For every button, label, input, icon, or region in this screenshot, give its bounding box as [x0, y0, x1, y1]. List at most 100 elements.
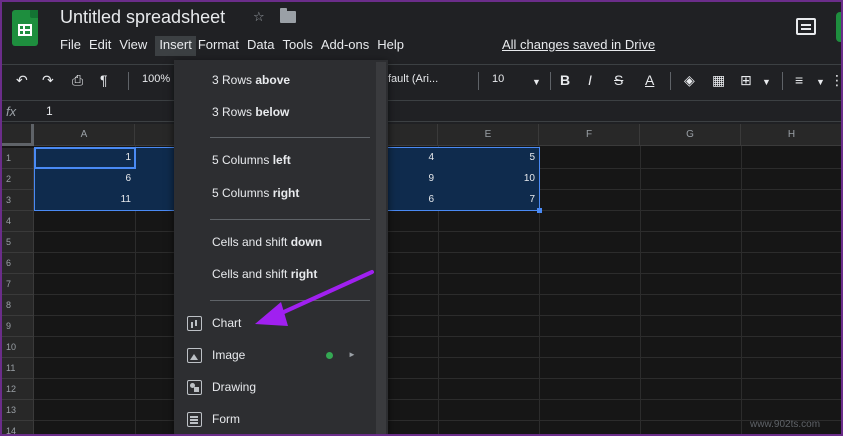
cell-e2[interactable]: 10	[438, 169, 539, 189]
column-header-f[interactable]: F	[539, 124, 640, 146]
insert-columns-right[interactable]: 5 Columns right	[174, 180, 388, 206]
grid-line	[34, 231, 843, 232]
insert-rows-above[interactable]: 3 Rows above	[174, 67, 388, 93]
menu-edit[interactable]: Edit	[89, 36, 117, 56]
insert-columns-left-emphasis: left	[272, 153, 291, 167]
row-header-1[interactable]: 1	[0, 148, 34, 169]
toolbar: ↶ ↷ ⎙ ¶ 100% fault (Ari... 10 ▼ B I S A …	[0, 64, 843, 96]
column-header-e[interactable]: E	[438, 124, 539, 146]
row-header-13[interactable]: 13	[0, 400, 34, 421]
select-all-corner[interactable]	[0, 124, 34, 146]
menu-insert[interactable]: Insert	[155, 36, 196, 56]
insert-rows-below-label: 3 Rows	[212, 105, 256, 119]
bold-icon[interactable]: B	[560, 73, 570, 87]
grid-line	[34, 252, 843, 253]
share-button[interactable]	[836, 12, 843, 42]
row-header-14[interactable]: 14	[0, 421, 34, 436]
fill-color-icon[interactable]: ◈	[684, 73, 695, 87]
insert-rows-below[interactable]: 3 Rows below	[174, 99, 388, 125]
chevron-down-icon[interactable]: ▼	[532, 75, 541, 89]
font-size-select[interactable]: 10	[492, 73, 504, 85]
insert-columns-right-emphasis: right	[272, 186, 300, 200]
strikethrough-icon[interactable]: S	[614, 73, 623, 87]
star-icon[interactable]: ☆	[253, 9, 265, 25]
menu-file[interactable]: File	[60, 36, 87, 56]
undo-icon[interactable]: ↶	[16, 73, 28, 87]
grid-line	[34, 336, 843, 337]
row-header-7[interactable]: 7	[0, 274, 34, 295]
spreadsheet-grid: A E F G H 1 2 3 4 5 6 7 8 9 10 11 12 13 …	[0, 124, 843, 436]
row-header-4[interactable]: 4	[0, 211, 34, 232]
insert-drawing-label: Drawing	[212, 380, 257, 394]
folder-icon[interactable]	[280, 8, 296, 23]
row-header-8[interactable]: 8	[0, 295, 34, 316]
formula-input[interactable]: 1	[46, 104, 53, 118]
form-icon	[187, 412, 202, 427]
insert-cells-right-emphasis: right	[290, 267, 318, 281]
fx-icon: fx	[6, 104, 17, 119]
drawing-icon	[187, 380, 202, 395]
column-header-g[interactable]: G	[640, 124, 741, 146]
new-feature-dot	[326, 352, 333, 359]
menu-scrollbar[interactable]	[376, 62, 386, 436]
row-header-12[interactable]: 12	[0, 379, 34, 400]
menu-data[interactable]: Data	[247, 36, 280, 56]
insert-rows-above-emphasis: above	[255, 73, 291, 87]
insert-cells-down-emphasis: down	[290, 235, 323, 249]
toolbar-divider	[550, 72, 551, 90]
cell-a1[interactable]: 1	[34, 148, 135, 168]
horizontal-align-icon[interactable]: ≡	[795, 73, 803, 87]
cell-a3[interactable]: 11	[34, 190, 135, 210]
text-color-icon[interactable]: A	[645, 73, 654, 87]
row-header-5[interactable]: 5	[0, 232, 34, 253]
row-header-6[interactable]: 6	[0, 253, 34, 274]
grid-line	[34, 315, 843, 316]
chevron-down-icon[interactable]: ▼	[762, 75, 771, 89]
sheets-logo-icon[interactable]	[12, 10, 38, 46]
font-select[interactable]: fault (Ari...	[388, 73, 438, 85]
borders-icon[interactable]: ▦	[712, 73, 725, 87]
cell-e1[interactable]: 5	[438, 148, 539, 168]
saved-status-link[interactable]: All changes saved in Drive	[502, 37, 655, 52]
italic-icon[interactable]: I	[588, 73, 592, 87]
insert-drawing[interactable]: Drawing	[174, 374, 388, 400]
insert-columns-right-label: 5 Columns	[212, 186, 273, 200]
insert-chart[interactable]: Chart	[174, 310, 388, 336]
row-header-9[interactable]: 9	[0, 316, 34, 337]
image-icon	[187, 348, 202, 363]
insert-menu: 3 Rows above 3 Rows below 5 Columns left…	[174, 60, 388, 436]
comment-icon[interactable]	[796, 18, 816, 35]
row-header-11[interactable]: 11	[0, 358, 34, 379]
print-icon[interactable]: ⎙	[72, 73, 83, 87]
menu-format[interactable]: Format	[198, 36, 245, 56]
insert-cells-shift-down[interactable]: Cells and shift down	[174, 229, 388, 255]
document-title[interactable]: Untitled spreadsheet	[60, 7, 225, 28]
redo-icon[interactable]: ↷	[42, 73, 54, 87]
chart-icon	[187, 316, 202, 331]
insert-form[interactable]: Form	[174, 406, 388, 432]
row-header-2[interactable]: 2	[0, 169, 34, 190]
more-options-icon[interactable]: ⋮	[830, 73, 843, 87]
menubar: File Edit View Insert Format Data Tools …	[60, 36, 412, 56]
zoom-select[interactable]: 100%	[142, 73, 170, 85]
menu-tools[interactable]: Tools	[282, 36, 318, 56]
menu-view[interactable]: View	[119, 36, 153, 56]
insert-image[interactable]: Image ►	[174, 342, 388, 368]
insert-cells-shift-right[interactable]: Cells and shift right	[174, 261, 388, 287]
row-header-10[interactable]: 10	[0, 337, 34, 358]
cell-a2[interactable]: 6	[34, 169, 135, 189]
column-header-a[interactable]: A	[34, 124, 135, 146]
cell-e3[interactable]: 7	[438, 190, 539, 210]
insert-rows-above-label: 3 Rows	[212, 73, 256, 87]
insert-columns-left[interactable]: 5 Columns left	[174, 147, 388, 173]
merge-cells-icon[interactable]: ⊞	[740, 73, 752, 87]
chevron-down-icon[interactable]: ▼	[816, 75, 825, 89]
menu-addons[interactable]: Add-ons	[321, 36, 375, 56]
row-header-3[interactable]: 3	[0, 190, 34, 211]
grid-line	[34, 357, 843, 358]
header: Untitled spreadsheet ☆ File Edit View In…	[0, 0, 843, 62]
column-header-h[interactable]: H	[741, 124, 843, 146]
menu-help[interactable]: Help	[377, 36, 410, 56]
grid-line	[34, 378, 843, 379]
paint-format-icon[interactable]: ¶	[100, 73, 108, 87]
